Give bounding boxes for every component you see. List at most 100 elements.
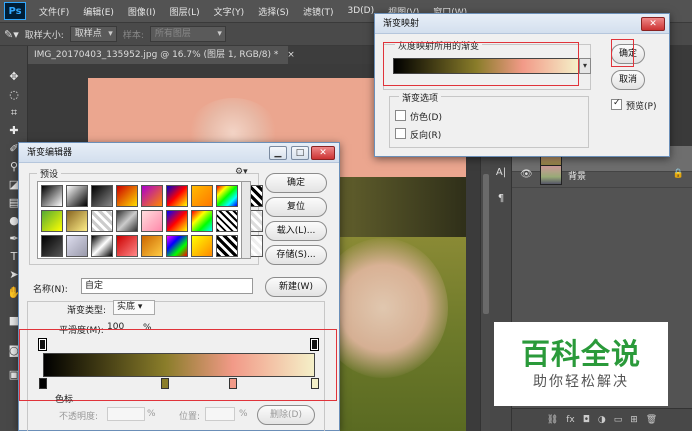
layer-row[interactable]: 👁 背景 🔒 [512,162,692,188]
opacity-stops-row[interactable] [38,338,319,351]
preset-swatch[interactable] [166,210,188,232]
dither-checkbox[interactable] [395,110,406,121]
preset-swatch[interactable] [41,210,63,232]
highlight-box [383,42,579,86]
reverse-label: 反向(R) [410,131,442,141]
adjustment-layer-icon[interactable]: ◑ [598,415,606,425]
preset-swatch[interactable] [216,210,238,232]
dither-label: 仿色(D) [410,113,442,123]
paragraph-panel-icon[interactable]: ¶ [494,192,508,206]
minimize-icon[interactable]: ▁ [269,146,287,160]
watermark-subtitle: 助你轻松解决 [533,374,629,390]
location-label: 位置: [179,412,201,422]
new-layer-icon[interactable]: ⊞ [630,415,638,425]
menu-edit[interactable]: 编辑(E) [76,5,121,18]
gradient-map-title: 渐变映射 [375,14,669,34]
menu-file[interactable]: 文件(F) [32,5,76,18]
preset-swatch[interactable] [91,185,113,207]
preset-swatch[interactable] [191,185,213,207]
color-stop[interactable] [229,378,238,389]
gradient-map-dialog: 渐变映射 ✕ 灰度映射所用的渐变 ▾ 确定 取消 预览(P) 渐变选项 仿色(D… [374,13,670,157]
delete-button[interactable]: 删除(D) [257,405,315,425]
menu-filter[interactable]: 滤镜(T) [296,5,341,18]
preset-swatch[interactable] [166,185,188,207]
scrollbar-thumb[interactable] [483,174,489,314]
preset-swatch[interactable] [191,210,213,232]
new-button[interactable]: 新建(W) [265,277,327,297]
presets-scrollbar[interactable] [241,181,251,259]
preset-swatch[interactable] [141,235,163,257]
sample-size-dropdown[interactable]: 取样点 [69,26,117,42]
document-tab[interactable]: IMG_20170403_135952.jpg @ 16.7% (图层 1, R… [28,46,295,64]
menu-type[interactable]: 文字(Y) [207,5,252,18]
opacity-stop[interactable] [38,338,47,351]
preset-swatch[interactable] [116,210,138,232]
close-icon[interactable]: ✕ [641,17,665,31]
presets-gear-icon[interactable]: ⚙▾ [235,167,248,177]
watermark-logo: 百科全说 助你轻松解决 [494,322,668,406]
maximize-icon[interactable]: □ [291,146,309,160]
preset-swatch[interactable] [191,235,213,257]
close-tab-icon[interactable]: × [287,50,295,60]
cancel-button[interactable]: 取消 [611,70,645,90]
preview-checkbox[interactable] [611,98,622,110]
menu-select[interactable]: 选择(S) [251,5,296,18]
reverse-checkbox[interactable] [395,128,406,139]
close-icon[interactable]: ✕ [311,146,335,160]
character-panel-icon[interactable]: A| [494,166,508,180]
sample-size-label: 取样大小: [24,30,64,41]
color-stop[interactable] [161,378,170,389]
delete-layer-icon[interactable]: 🗑 [646,415,657,425]
preview-label: 预览(P) [626,102,657,112]
link-layers-icon[interactable]: ⛓ [547,415,558,425]
location-input[interactable] [205,407,235,421]
add-mask-icon[interactable]: ◘ [583,415,590,425]
preset-swatch[interactable] [166,235,188,257]
gradient-bar[interactable] [43,353,315,377]
color-stop[interactable] [311,378,319,389]
gradient-dropdown-arrow-icon[interactable]: ▾ [579,58,591,74]
layer-name: 背景 [568,172,587,182]
healing-tool-icon[interactable]: ✚ [5,122,23,140]
crop-tool-icon[interactable]: ⌗ [5,104,23,122]
preset-swatch[interactable] [141,210,163,232]
eyedropper-preset-icon[interactable]: ✎▾ [4,28,19,41]
opacity-unit: % [147,409,156,419]
move-tool-icon[interactable]: ✥ [5,68,23,86]
reset-button[interactable]: 复位 [265,197,327,217]
preset-swatch-grid[interactable] [37,181,263,259]
preset-swatch[interactable] [91,235,113,257]
sample-dropdown[interactable]: 所有图层 [149,26,226,42]
preset-swatch[interactable] [66,185,88,207]
preset-swatch[interactable] [66,235,88,257]
highlight-box [611,39,634,67]
new-group-icon[interactable]: ▭ [614,415,623,425]
preset-swatch[interactable] [41,185,63,207]
load-button[interactable]: 载入(L)... [265,221,327,241]
gradient-editor-dialog: 渐变编辑器 ▁ □ ✕ 预设 ⚙▾ 确定 复位 载入(L)... 存储(S)..… [18,142,340,431]
preset-swatch[interactable] [216,235,238,257]
lock-icon: 🔒 [672,169,684,179]
name-input[interactable]: 自定 [81,278,253,294]
opacity-label: 不透明度: [59,412,99,422]
sample-label: 样本: [122,30,144,41]
preset-swatch[interactable] [116,185,138,207]
menu-layer[interactable]: 图层(L) [163,5,207,18]
preset-swatch[interactable] [41,235,63,257]
preset-swatch[interactable] [216,185,238,207]
color-stop[interactable] [39,378,47,389]
opacity-stop[interactable] [310,338,319,351]
opacity-input[interactable] [107,407,145,421]
layer-style-icon[interactable]: fx [566,415,575,425]
gradient-type-dropdown[interactable]: 实底 ▾ [113,300,155,315]
color-stops-row[interactable] [39,377,319,391]
menu-image[interactable]: 图像(I) [121,5,163,18]
preset-swatch[interactable] [66,210,88,232]
preset-swatch[interactable] [141,185,163,207]
lasso-tool-icon[interactable]: ◌ [5,86,23,104]
preset-swatch[interactable] [91,210,113,232]
ok-button[interactable]: 确定 [265,173,327,193]
preset-swatch[interactable] [116,235,138,257]
save-button[interactable]: 存储(S)... [265,245,327,265]
visibility-eye-icon[interactable]: 👁 [520,169,533,181]
